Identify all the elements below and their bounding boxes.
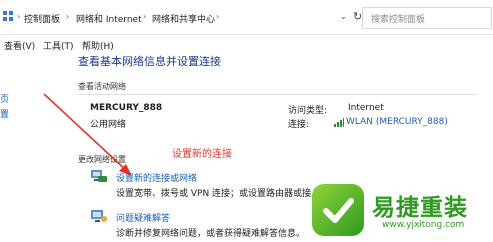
search-input[interactable]: 搜索控制面板: [362, 7, 492, 29]
address-bar: › 控制面板 › 网络和 Internet › 网络和共享中心 › ⌄ ↻ 搜索…: [0, 0, 493, 35]
search-placeholder: 搜索控制面板: [371, 15, 426, 25]
setup-connection-icon: [91, 170, 107, 182]
control-panel-icon: [3, 11, 13, 21]
connection-label: 连接:: [288, 120, 310, 130]
menu-help[interactable]: 帮助(H): [82, 39, 114, 52]
troubleshoot-icon: [91, 210, 107, 222]
breadcrumb-network-internet[interactable]: 网络和 Internet: [76, 12, 142, 25]
wifi-signal-icon: [334, 118, 344, 127]
access-type-label: 访问类型:: [288, 106, 328, 116]
troubleshoot-link[interactable]: 问题疑难解答: [116, 211, 170, 224]
chevron-down-icon[interactable]: ⌄: [340, 12, 347, 21]
setup-connection-link[interactable]: 设置新的连接或网络: [116, 171, 197, 184]
chevron-right-icon: ›: [216, 12, 220, 21]
chevron-right-icon: ›: [17, 12, 21, 21]
nav-link-fragment[interactable]: 置: [0, 107, 9, 120]
setup-connection-description: 设置宽带、拨号或 VPN 连接；或设置路由器或接入: [116, 189, 321, 199]
access-type-value: Internet: [348, 103, 384, 113]
breadcrumb-control-panel[interactable]: 控制面板: [24, 12, 60, 25]
watermark-title: 易捷重装: [372, 195, 468, 221]
menu-view[interactable]: 查看(V): [4, 39, 35, 52]
page-title: 查看基本网络信息并设置连接: [78, 55, 221, 68]
annotation-text: 设置新的连接: [172, 149, 232, 160]
nav-link-fragment[interactable]: 页: [0, 92, 9, 105]
checkmark-icon: [323, 198, 354, 223]
troubleshoot-description: 诊断并修复网络问题，或者获得疑难解答信息。: [116, 229, 306, 239]
watermark-url: www.yjxitong.com: [382, 220, 465, 230]
breadcrumb-network-sharing-center[interactable]: 网络和共享中心: [152, 12, 215, 25]
refresh-icon[interactable]: ↻: [353, 10, 362, 23]
watermark: 易捷重装 www.yjxitong.com: [312, 182, 493, 242]
chevron-right-icon: ›: [143, 12, 147, 21]
watermark-logo: [312, 184, 364, 236]
chevron-right-icon: ›: [66, 12, 70, 21]
menu-tools[interactable]: 工具(T): [43, 39, 74, 52]
connection-link[interactable]: WLAN (MERCURY_888): [346, 117, 448, 127]
